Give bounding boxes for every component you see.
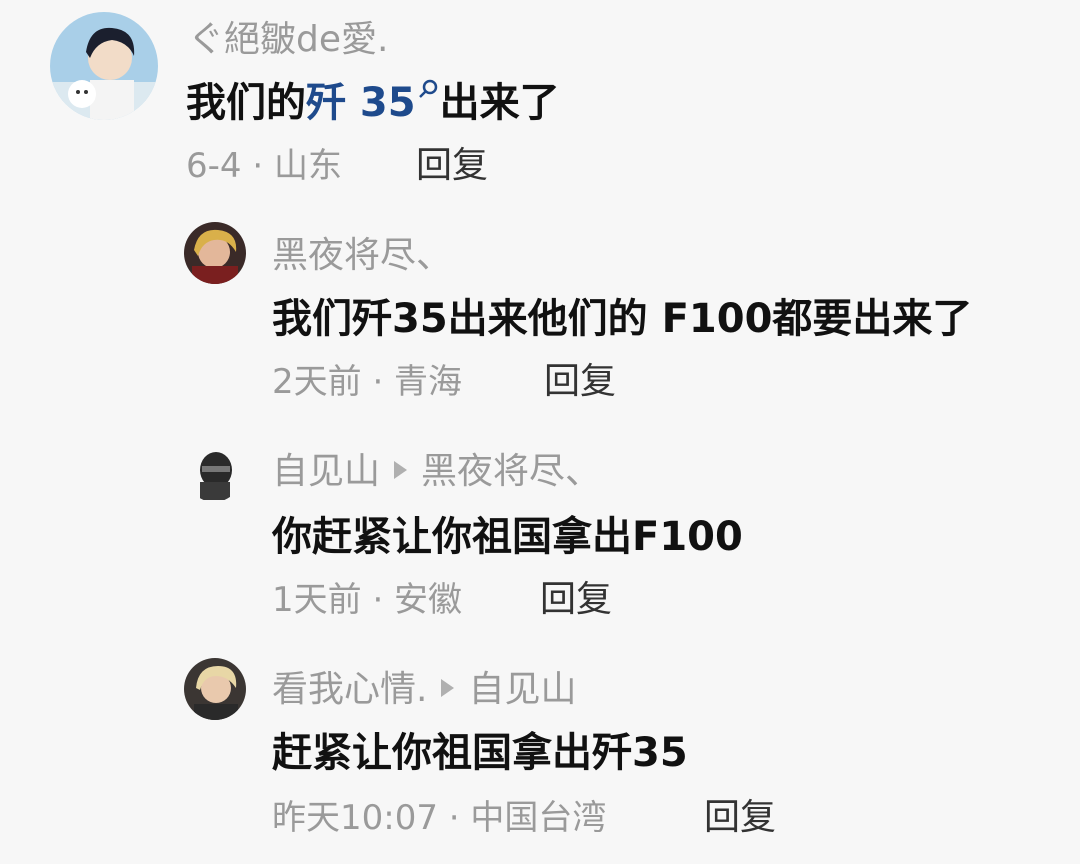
search-icon[interactable]	[418, 64, 440, 98]
comment-text: 我们的歼 35 出来了	[186, 79, 560, 126]
comment-text: 我们歼35出来他们的 F100都要出来了	[272, 296, 973, 342]
comment-username[interactable]: 自见山	[272, 451, 380, 492]
comment-username-line: 自见山 黑夜将尽、	[272, 452, 601, 492]
comment-text: 你赶紧让你祖国拿出F100	[272, 514, 743, 560]
comment-username[interactable]: ぐ絕皺de愛.	[188, 20, 388, 60]
comment-username[interactable]: 黑夜将尽、	[272, 236, 452, 276]
comment-username[interactable]: 看我心情.	[272, 669, 427, 710]
avatar[interactable]	[184, 222, 246, 284]
comment-time-location: 2天前 · 青海	[272, 362, 463, 402]
comment-username-line: 看我心情. 自见山	[272, 670, 576, 710]
reply-to-username[interactable]: 自见山	[468, 669, 576, 710]
comment-time-location: 6-4 · 山东	[186, 146, 342, 186]
play-arrow-icon	[394, 461, 408, 479]
comment-time-location: 昨天10:07 · 中国台湾	[272, 798, 607, 838]
reply-button[interactable]: 回复	[416, 146, 488, 186]
reply-to-username[interactable]: 黑夜将尽、	[421, 451, 601, 492]
comment-text: 赶紧让你祖国拿出歼35	[272, 730, 688, 776]
reply-button[interactable]: 回复	[544, 362, 616, 402]
avatar[interactable]	[186, 446, 242, 502]
avatar[interactable]	[50, 12, 158, 120]
comment-text-prefix: 我们的	[186, 80, 306, 126]
reply-button[interactable]: 回复	[704, 798, 776, 838]
comment-time-location: 1天前 · 安徽	[272, 580, 463, 620]
avatar[interactable]	[184, 658, 246, 720]
comment-text-suffix: 出来了	[439, 80, 560, 126]
reply-button[interactable]: 回复	[540, 580, 612, 620]
play-arrow-icon	[441, 679, 455, 697]
hashtag-link[interactable]: 歼 35	[306, 80, 416, 126]
